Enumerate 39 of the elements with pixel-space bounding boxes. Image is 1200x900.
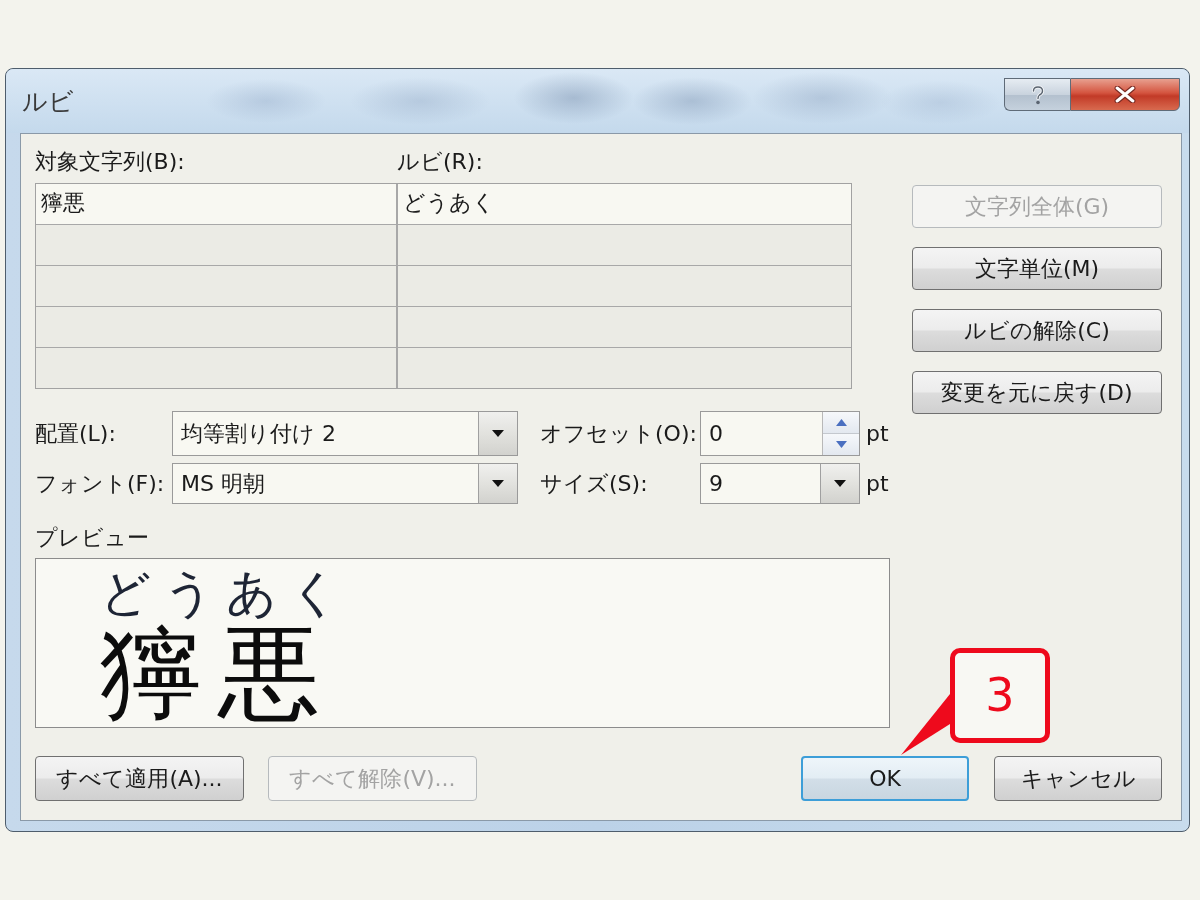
dropdown[interactable]: MS 明朝 bbox=[172, 463, 518, 504]
dropdown[interactable]: 均等割り付け 2 bbox=[172, 411, 518, 456]
dropdown-arrow-button[interactable] bbox=[820, 464, 859, 503]
preview-label: プレビュー bbox=[35, 524, 149, 552]
caret-icon bbox=[492, 480, 504, 487]
preview-ruby-text: どうあく bbox=[100, 565, 352, 621]
caret-icon bbox=[492, 430, 504, 437]
field-label: 配置(L): bbox=[35, 419, 117, 448]
dropdown[interactable]: 9 bbox=[700, 463, 860, 504]
callout-tail-icon bbox=[901, 694, 950, 755]
help-icon bbox=[1030, 84, 1045, 105]
caret-icon bbox=[834, 480, 846, 487]
preview-base-text: 獰悪 bbox=[100, 621, 336, 725]
window-title: ルビ bbox=[22, 87, 74, 117]
close-icon bbox=[1114, 86, 1136, 103]
side-button[interactable]: ルビの解除(C) bbox=[912, 309, 1162, 352]
dialog-button[interactable]: キャンセル bbox=[994, 756, 1162, 801]
close-button[interactable] bbox=[1070, 78, 1180, 111]
field-label: サイズ(S): bbox=[540, 469, 649, 498]
ruby-input-field[interactable]: どうあく bbox=[398, 184, 851, 224]
unit-label: pt bbox=[865, 419, 889, 448]
down-arrow-icon bbox=[835, 441, 847, 448]
number-field[interactable]: 0 bbox=[700, 411, 860, 456]
dropdown-arrow-button[interactable] bbox=[478, 464, 517, 503]
field-label: フォント(F): bbox=[35, 469, 166, 498]
side-button[interactable]: 文字単位(M) bbox=[912, 247, 1162, 290]
spin-up-button[interactable] bbox=[823, 412, 859, 434]
up-arrow-icon bbox=[835, 419, 847, 426]
apply-button[interactable]: すべて適用(A)... bbox=[35, 756, 244, 801]
column-label: ルビ(R): bbox=[397, 148, 483, 176]
field-label: オフセット(O): bbox=[540, 419, 698, 448]
spin-down-button[interactable] bbox=[823, 434, 859, 455]
side-button[interactable]: 変更を元に戻す(D) bbox=[912, 371, 1162, 414]
unit-label: pt bbox=[865, 469, 889, 498]
dialog-button[interactable]: OK bbox=[801, 756, 969, 801]
step-number-callout: 3 bbox=[950, 648, 1050, 743]
dropdown-arrow-button[interactable] bbox=[478, 412, 517, 455]
help-button[interactable] bbox=[1004, 78, 1070, 111]
column-label: 対象文字列(B): bbox=[35, 148, 186, 176]
